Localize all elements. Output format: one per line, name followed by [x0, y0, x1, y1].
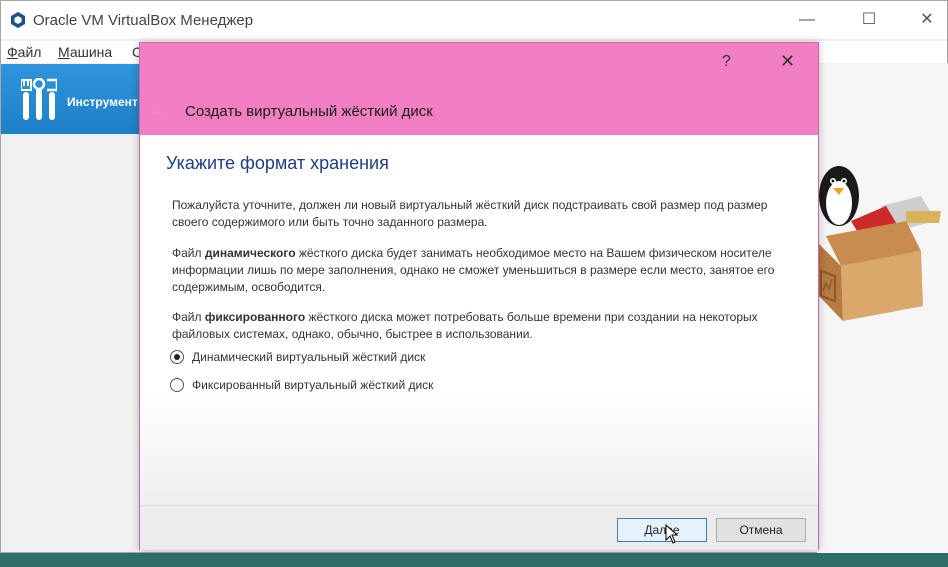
close-button[interactable]: ✕ — [907, 7, 947, 33]
tools-label: Инструмент — [67, 95, 138, 109]
dynamic-description: Файл динамического жёсткого диска будет … — [172, 245, 792, 296]
tools-panel[interactable]: Инструмент — [1, 64, 149, 134]
dynamic-desc-bold: динамического — [204, 246, 296, 260]
fixed-desc-prefix: Файл — [172, 310, 205, 324]
maximize-button[interactable]: ☐ — [849, 7, 889, 33]
radio-dynamic[interactable] — [170, 350, 184, 364]
mouse-cursor-icon — [665, 524, 679, 544]
window-title: Oracle VM VirtualBox Менеджер — [33, 12, 254, 29]
section-heading: Укажите формат хранения — [166, 153, 389, 173]
dynamic-desc-prefix: Файл — [172, 246, 205, 260]
tools-icon — [21, 78, 57, 120]
back-arrow-icon[interactable]: ← — [148, 100, 166, 121]
minimize-button[interactable]: — — [787, 7, 827, 33]
radio-dynamic-label[interactable]: Динамический виртуальный жёсткий диск — [192, 350, 425, 364]
radio-fixed-label[interactable]: Фиксированный виртуальный жёсткий диск — [192, 378, 433, 392]
dialog-content: Укажите формат хранения Пожалуйста уточн… — [140, 135, 818, 505]
menu-machine-label: ашина — [69, 44, 113, 60]
virtualbox-logo-icon — [11, 12, 25, 28]
menu-machine[interactable]: Машина — [58, 44, 112, 60]
radio-selected-dot — [174, 354, 180, 360]
tux-toolbox-icon — [816, 166, 941, 321]
menu-file[interactable]: Файл — [7, 44, 41, 60]
dialog-header: ? ✕ ← Создать виртуальный жёсткий диск — [140, 43, 818, 135]
create-virtual-disk-dialog: ? ✕ ← Создать виртуальный жёсткий диск У… — [139, 42, 819, 550]
radio-fixed[interactable] — [170, 378, 184, 392]
dialog-footer: Далее Отмена — [140, 505, 818, 550]
menu-file-mnemonic: Ф — [7, 44, 18, 60]
menu-machine-mnemonic: М — [58, 44, 70, 60]
dialog-close-button[interactable]: ✕ — [780, 51, 795, 72]
menu-file-label: айл — [17, 44, 42, 60]
fixed-desc-bold: фиксированного — [204, 310, 306, 324]
intro-paragraph: Пожалуйста уточните, должен ли новый вир… — [172, 198, 768, 229]
dialog-title: Создать виртуальный жёсткий диск — [185, 103, 433, 120]
next-button[interactable]: Далее — [617, 518, 707, 542]
fixed-description: Файл фиксированного жёсткого диска может… — [172, 309, 792, 343]
help-button[interactable]: ? — [722, 53, 731, 71]
cancel-button[interactable]: Отмена — [716, 518, 806, 542]
title-bar: Oracle VM VirtualBox Менеджер — ☐ ✕ — [1, 1, 947, 39]
